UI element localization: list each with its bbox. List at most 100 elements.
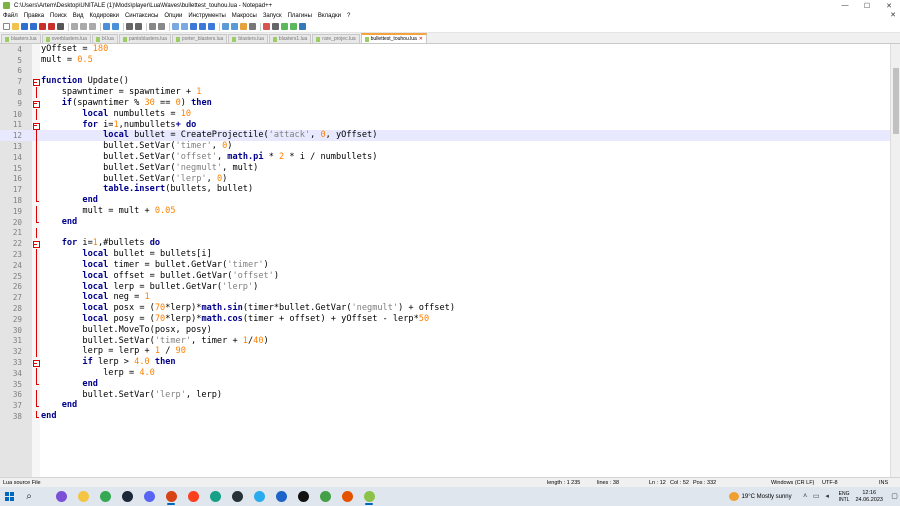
- tab-porter-blasters[interactable]: porter_blasters.lua: [171, 34, 228, 43]
- weather-text[interactable]: 19°C Mostly sunny: [742, 494, 792, 500]
- taskbar-tiktok[interactable]: [292, 487, 314, 506]
- code-text[interactable]: mult = 0.5: [41, 55, 93, 66]
- code-text[interactable]: if lerp > 4.0 then: [41, 357, 175, 368]
- new-file-icon[interactable]: [3, 23, 10, 30]
- code-editor[interactable]: 4 yOffset = 180 5 mult = 0.5 6 7 function Upda…: [0, 44, 900, 477]
- code-text[interactable]: bullet.SetVar('lerp', 0): [41, 174, 227, 185]
- tab-overblasters[interactable]: overblasters.lua: [41, 34, 91, 43]
- code-line[interactable]: 38 end: [0, 411, 890, 422]
- zoom-out-icon[interactable]: [158, 23, 165, 30]
- menu-macro[interactable]: Макросы: [229, 13, 260, 19]
- code-line[interactable]: 27 local neg = 1: [0, 292, 890, 303]
- volume-icon[interactable]: ◂: [824, 493, 831, 500]
- code-line[interactable]: 19 mult = mult + 0.05: [0, 205, 890, 217]
- code-line[interactable]: 9 if(spawntimer % 30 == 0) then: [0, 98, 890, 109]
- code-text[interactable]: local offset = bullet.GetVar('offset'): [41, 271, 279, 282]
- code-text[interactable]: end: [41, 400, 78, 411]
- menu-language[interactable]: Синтаксисы: [122, 13, 161, 19]
- word-wrap-icon[interactable]: [190, 23, 197, 30]
- taskbar-browser-purple[interactable]: [50, 487, 72, 506]
- indent-guide-icon[interactable]: [208, 23, 215, 30]
- clock[interactable]: 12:16 24.06.2023: [855, 490, 883, 503]
- maximize-button[interactable]: ☐: [856, 0, 878, 11]
- menu-search[interactable]: Поиск: [47, 13, 70, 19]
- menu-plugins[interactable]: Плагины: [285, 13, 315, 19]
- menu-edit[interactable]: Правка: [21, 13, 47, 19]
- fold-toggle-icon[interactable]: [33, 76, 40, 87]
- taskbar-app-red[interactable]: [160, 487, 182, 506]
- code-line[interactable]: 32 lerp = lerp + 1 / 90: [0, 346, 890, 357]
- function-list-icon[interactable]: [231, 23, 238, 30]
- code-line[interactable]: 7 function Update(): [0, 76, 890, 87]
- tab-blasters1[interactable]: blasters1.lua: [268, 34, 312, 43]
- code-line[interactable]: 21: [0, 227, 890, 239]
- cut-icon[interactable]: [71, 23, 78, 30]
- folder-workspace-icon[interactable]: [240, 23, 247, 30]
- code-line[interactable]: 11 for i=1,numbullets+ do: [0, 120, 890, 131]
- taskbar-yandex[interactable]: [182, 487, 204, 506]
- code-text[interactable]: bullet.SetVar('negmult', mult): [41, 163, 258, 174]
- start-button[interactable]: [0, 487, 18, 506]
- taskbar-telegram[interactable]: [248, 487, 270, 506]
- code-text[interactable]: for i=1,#bullets do: [41, 238, 160, 249]
- code-text[interactable]: table.insert(bullets, bullet): [41, 184, 253, 195]
- code-line[interactable]: 4 yOffset = 180: [0, 44, 890, 55]
- monitoring-icon[interactable]: [249, 23, 256, 30]
- sync-horizontal-icon[interactable]: [181, 23, 188, 30]
- code-line[interactable]: 37 end: [0, 400, 890, 411]
- find-icon[interactable]: [126, 23, 133, 30]
- save-macro-icon[interactable]: [299, 23, 306, 30]
- code-text[interactable]: lerp = lerp + 1 / 90: [41, 346, 186, 357]
- menu-view[interactable]: Вид: [70, 13, 87, 19]
- code-line[interactable]: 31 bullet.SetVar('timer', timer + 1/40): [0, 335, 890, 347]
- undo-icon[interactable]: [103, 23, 110, 30]
- code-text[interactable]: if(spawntimer % 30 == 0) then: [41, 98, 212, 109]
- taskbar-app-blue[interactable]: [270, 487, 292, 506]
- code-text[interactable]: function Update(): [41, 76, 129, 87]
- taskbar-app-green[interactable]: [314, 487, 336, 506]
- menu-window[interactable]: Вкладки: [315, 13, 344, 19]
- show-all-chars-icon[interactable]: [199, 23, 206, 30]
- tab-pantoblasters[interactable]: pantoblasters.lua: [118, 34, 171, 43]
- taskbar-app-orange[interactable]: [336, 487, 358, 506]
- paste-icon[interactable]: [89, 23, 96, 30]
- code-text[interactable]: bullet.SetVar('offset', math.pi * 2 * i …: [41, 152, 377, 163]
- menu-settings[interactable]: Опции: [161, 13, 185, 19]
- code-text[interactable]: local timer = bullet.GetVar('timer'): [41, 260, 268, 271]
- code-line[interactable]: 29 local posy = (70*lerp)*math.cos(timer…: [0, 313, 890, 325]
- record-macro-icon[interactable]: [263, 23, 270, 30]
- close-button[interactable]: ✕: [878, 0, 900, 11]
- code-line[interactable]: 24 local timer = bullet.GetVar('timer'): [0, 259, 890, 271]
- stop-macro-icon[interactable]: [272, 23, 279, 30]
- code-line[interactable]: 25 local offset = bullet.GetVar('offset'…: [0, 270, 890, 282]
- taskbar-chrome[interactable]: [94, 487, 116, 506]
- code-line[interactable]: 20 end: [0, 216, 890, 228]
- weather-sun-icon[interactable]: [728, 492, 739, 501]
- tab-rare-projec[interactable]: rare_projec.lua: [312, 34, 360, 43]
- vertical-scrollbar[interactable]: [890, 44, 900, 477]
- code-text[interactable]: bullet.MoveTo(posx, posy): [41, 325, 211, 336]
- print-icon[interactable]: [57, 23, 64, 30]
- code-text[interactable]: bullet.SetVar('timer', timer + 1/40): [41, 336, 268, 347]
- menu-tools[interactable]: Инструменты: [185, 13, 228, 19]
- code-line[interactable]: 22 for i=1,#bullets do: [0, 238, 890, 249]
- menu-encoding[interactable]: Кодировки: [87, 13, 122, 19]
- code-text[interactable]: bullet.SetVar('lerp', lerp): [41, 390, 222, 401]
- tab-blasters[interactable]: blasters.lua: [1, 34, 41, 43]
- code-line[interactable]: 35 end: [0, 378, 890, 390]
- taskbar-file-explorer[interactable]: [72, 487, 94, 506]
- code-text[interactable]: end: [41, 411, 57, 422]
- fold-toggle-icon[interactable]: [33, 357, 40, 368]
- zoom-in-icon[interactable]: [149, 23, 156, 30]
- code-text[interactable]: local neg = 1: [41, 292, 149, 303]
- code-area[interactable]: 4 yOffset = 180 5 mult = 0.5 6 7 function Upda…: [0, 44, 890, 422]
- code-text[interactable]: mult = mult + 0.05: [41, 206, 175, 217]
- code-line[interactable]: 34 lerp = 4.0: [0, 367, 890, 379]
- code-line[interactable]: 17 table.insert(bullets, bullet): [0, 184, 890, 195]
- code-line[interactable]: 23 local bullet = bullets[i]: [0, 249, 890, 260]
- close-document-icon[interactable]: ✕: [890, 11, 896, 19]
- language-indicator[interactable]: ENG INTL: [839, 491, 850, 503]
- code-line[interactable]: 18 end: [0, 195, 890, 206]
- close-file-icon[interactable]: [39, 23, 46, 30]
- code-text[interactable]: local posx = (70*lerp)*math.sin(timer*bu…: [41, 303, 455, 314]
